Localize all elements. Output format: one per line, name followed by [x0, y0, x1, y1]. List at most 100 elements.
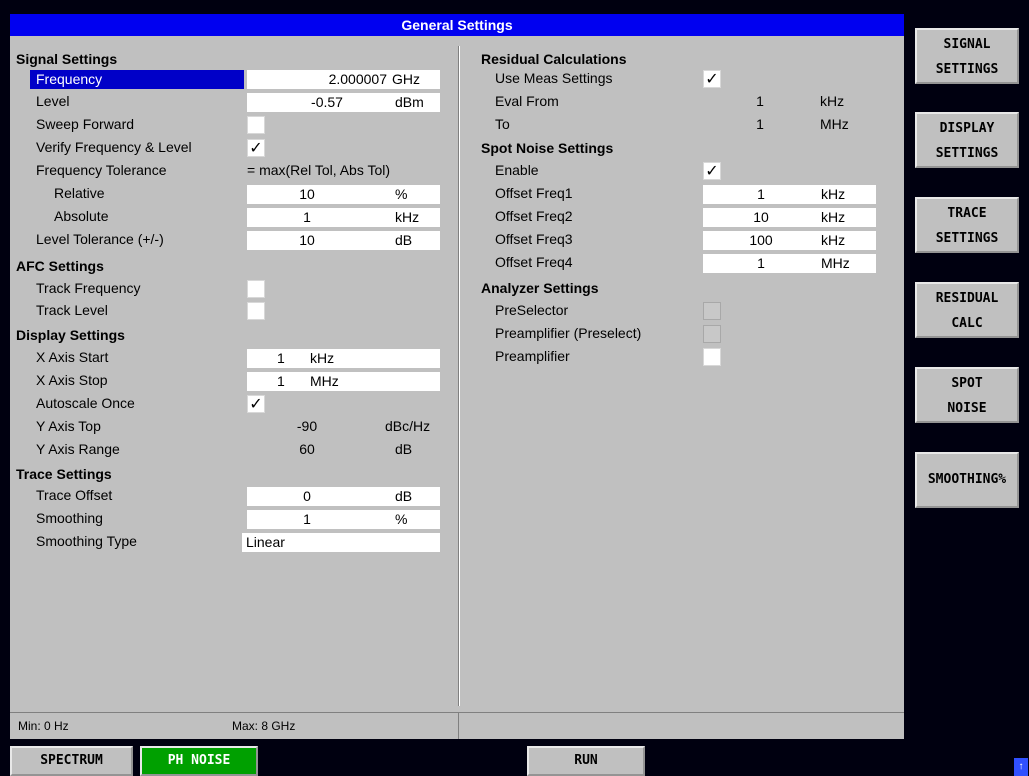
level-tolerance-unit: dB	[395, 232, 413, 248]
residual-calculations-header: Residual Calculations	[481, 51, 627, 67]
absolute-value: 1	[303, 209, 311, 225]
offset-freq1-value: 1	[757, 186, 765, 202]
use-meas-label: Use Meas Settings	[495, 70, 613, 86]
smoothing-type-select[interactable]: Linear	[242, 533, 440, 552]
offset-freq4-value: 1	[757, 255, 765, 271]
level-field[interactable]: -0.57 dBm	[247, 93, 440, 112]
offset-freq1-unit: kHz	[821, 186, 846, 202]
column-divider	[458, 46, 460, 706]
level-tolerance-label: Level Tolerance (+/-)	[36, 231, 164, 247]
level-label: Level	[36, 93, 70, 109]
preamplifier-checkbox[interactable]	[703, 348, 721, 366]
min-frequency: Min: 0 Hz	[18, 719, 69, 733]
relative-value: 10	[299, 186, 315, 202]
afc-settings-header: AFC Settings	[16, 258, 104, 274]
track-level-label: Track Level	[36, 302, 108, 318]
use-meas-checkbox[interactable]: ✓	[703, 70, 721, 88]
spot-noise-header: Spot Noise Settings	[481, 140, 614, 156]
ph-noise-tab[interactable]: PH NOISE	[140, 746, 258, 776]
preamp-preselect-checkbox[interactable]	[703, 325, 721, 343]
offset-freq3-label: Offset Freq3	[495, 231, 573, 247]
up-arrow-icon[interactable]: ↑	[1014, 758, 1028, 776]
offset-freq2-field[interactable]: 10 kHz	[703, 208, 876, 227]
eval-from-label: Eval From	[495, 93, 559, 109]
y-axis-top-value: -90	[296, 418, 318, 434]
relative-unit: %	[395, 186, 408, 202]
residual-calc-softkey[interactable]: RESIDUAL CALC	[915, 282, 1019, 338]
run-button[interactable]: RUN	[527, 746, 645, 776]
display-settings-softkey[interactable]: DISPLAY SETTINGS	[915, 112, 1019, 168]
display-settings-header: Display Settings	[16, 327, 125, 343]
y-axis-range-unit: dB	[395, 441, 413, 457]
to-unit: MHz	[820, 116, 849, 132]
offset-freq1-field[interactable]: 1 kHz	[703, 185, 876, 204]
x-axis-start-label: X Axis Start	[36, 349, 109, 365]
offset-freq2-value: 10	[753, 209, 769, 225]
preamp-preselect-label: Preamplifier (Preselect)	[495, 325, 642, 341]
y-axis-top-unit: dBc/Hz	[385, 418, 431, 434]
offset-freq4-unit: MHz	[821, 255, 850, 271]
to-label: To	[495, 116, 510, 132]
verify-checkbox[interactable]: ✓	[247, 139, 265, 157]
x-axis-stop-unit: MHz	[310, 373, 339, 389]
status-divider	[458, 713, 459, 739]
offset-freq1-label: Offset Freq1	[495, 185, 573, 201]
spot-noise-softkey[interactable]: SPOT NOISE	[915, 367, 1019, 423]
relative-field[interactable]: 10 %	[247, 185, 440, 204]
to-value: 1	[756, 116, 764, 132]
trace-offset-field[interactable]: 0 dB	[247, 487, 440, 506]
x-axis-stop-value: 1	[277, 373, 285, 389]
frequency-label[interactable]: Frequency	[30, 70, 244, 89]
status-bar: Min: 0 Hz Max: 8 GHz	[10, 712, 904, 739]
enable-checkbox[interactable]: ✓	[703, 162, 721, 180]
y-axis-range-value: 60	[299, 441, 315, 457]
absolute-field[interactable]: 1 kHz	[247, 208, 440, 227]
frequency-unit: GHz	[392, 71, 420, 87]
frequency-tolerance-value: = max(Rel Tol, Abs Tol)	[247, 162, 391, 178]
sweep-forward-checkbox[interactable]	[247, 116, 265, 134]
spectrum-tab[interactable]: SPECTRUM	[10, 746, 133, 776]
relative-label: Relative	[54, 185, 105, 201]
settings-panel: Signal Settings Frequency 2.000007 GHz L…	[10, 36, 904, 712]
absolute-label: Absolute	[54, 208, 109, 224]
y-axis-top-label: Y Axis Top	[36, 418, 101, 434]
y-axis-range-label: Y Axis Range	[36, 441, 120, 457]
smoothing-field[interactable]: 1 %	[247, 510, 440, 529]
track-frequency-label: Track Frequency	[36, 280, 141, 296]
preselector-checkbox[interactable]	[703, 302, 721, 320]
level-tolerance-field[interactable]: 10 dB	[247, 231, 440, 250]
frequency-tolerance-label: Frequency Tolerance	[36, 162, 167, 178]
smoothing-unit: %	[395, 511, 408, 527]
trace-settings-softkey[interactable]: TRACE SETTINGS	[915, 197, 1019, 253]
x-axis-stop-field[interactable]: 1 MHz	[247, 372, 440, 391]
autoscale-label: Autoscale Once	[36, 395, 135, 411]
frequency-field[interactable]: 2.000007 GHz	[247, 70, 440, 89]
window-title: General Settings	[10, 14, 904, 36]
smoothing-label: Smoothing	[36, 510, 103, 526]
track-level-checkbox[interactable]	[247, 302, 265, 320]
analyzer-settings-header: Analyzer Settings	[481, 280, 599, 296]
offset-freq4-field[interactable]: 1 MHz	[703, 254, 876, 273]
trace-settings-header: Trace Settings	[16, 466, 112, 482]
smoothing-value: 1	[303, 511, 311, 527]
offset-freq4-label: Offset Freq4	[495, 254, 573, 270]
track-frequency-checkbox[interactable]	[247, 280, 265, 298]
level-tolerance-value: 10	[299, 232, 315, 248]
offset-freq3-value: 100	[749, 232, 773, 248]
trace-offset-label: Trace Offset	[36, 487, 113, 503]
x-axis-start-unit: kHz	[310, 350, 335, 366]
signal-settings-softkey[interactable]: SIGNAL SETTINGS	[915, 28, 1019, 84]
preamplifier-label: Preamplifier	[495, 348, 570, 364]
signal-settings-header: Signal Settings	[16, 51, 118, 67]
verify-label: Verify Frequency & Level	[36, 139, 192, 155]
smoothing-softkey[interactable]: SMOOTHING%	[915, 452, 1019, 508]
preselector-label: PreSelector	[495, 302, 569, 318]
x-axis-stop-label: X Axis Stop	[36, 372, 108, 388]
offset-freq2-label: Offset Freq2	[495, 208, 573, 224]
x-axis-start-field[interactable]: 1 kHz	[247, 349, 440, 368]
max-frequency: Max: 8 GHz	[232, 719, 296, 733]
autoscale-checkbox[interactable]: ✓	[247, 395, 265, 413]
trace-offset-unit: dB	[395, 488, 413, 504]
sweep-forward-label: Sweep Forward	[36, 116, 135, 132]
offset-freq3-field[interactable]: 100 kHz	[703, 231, 876, 250]
